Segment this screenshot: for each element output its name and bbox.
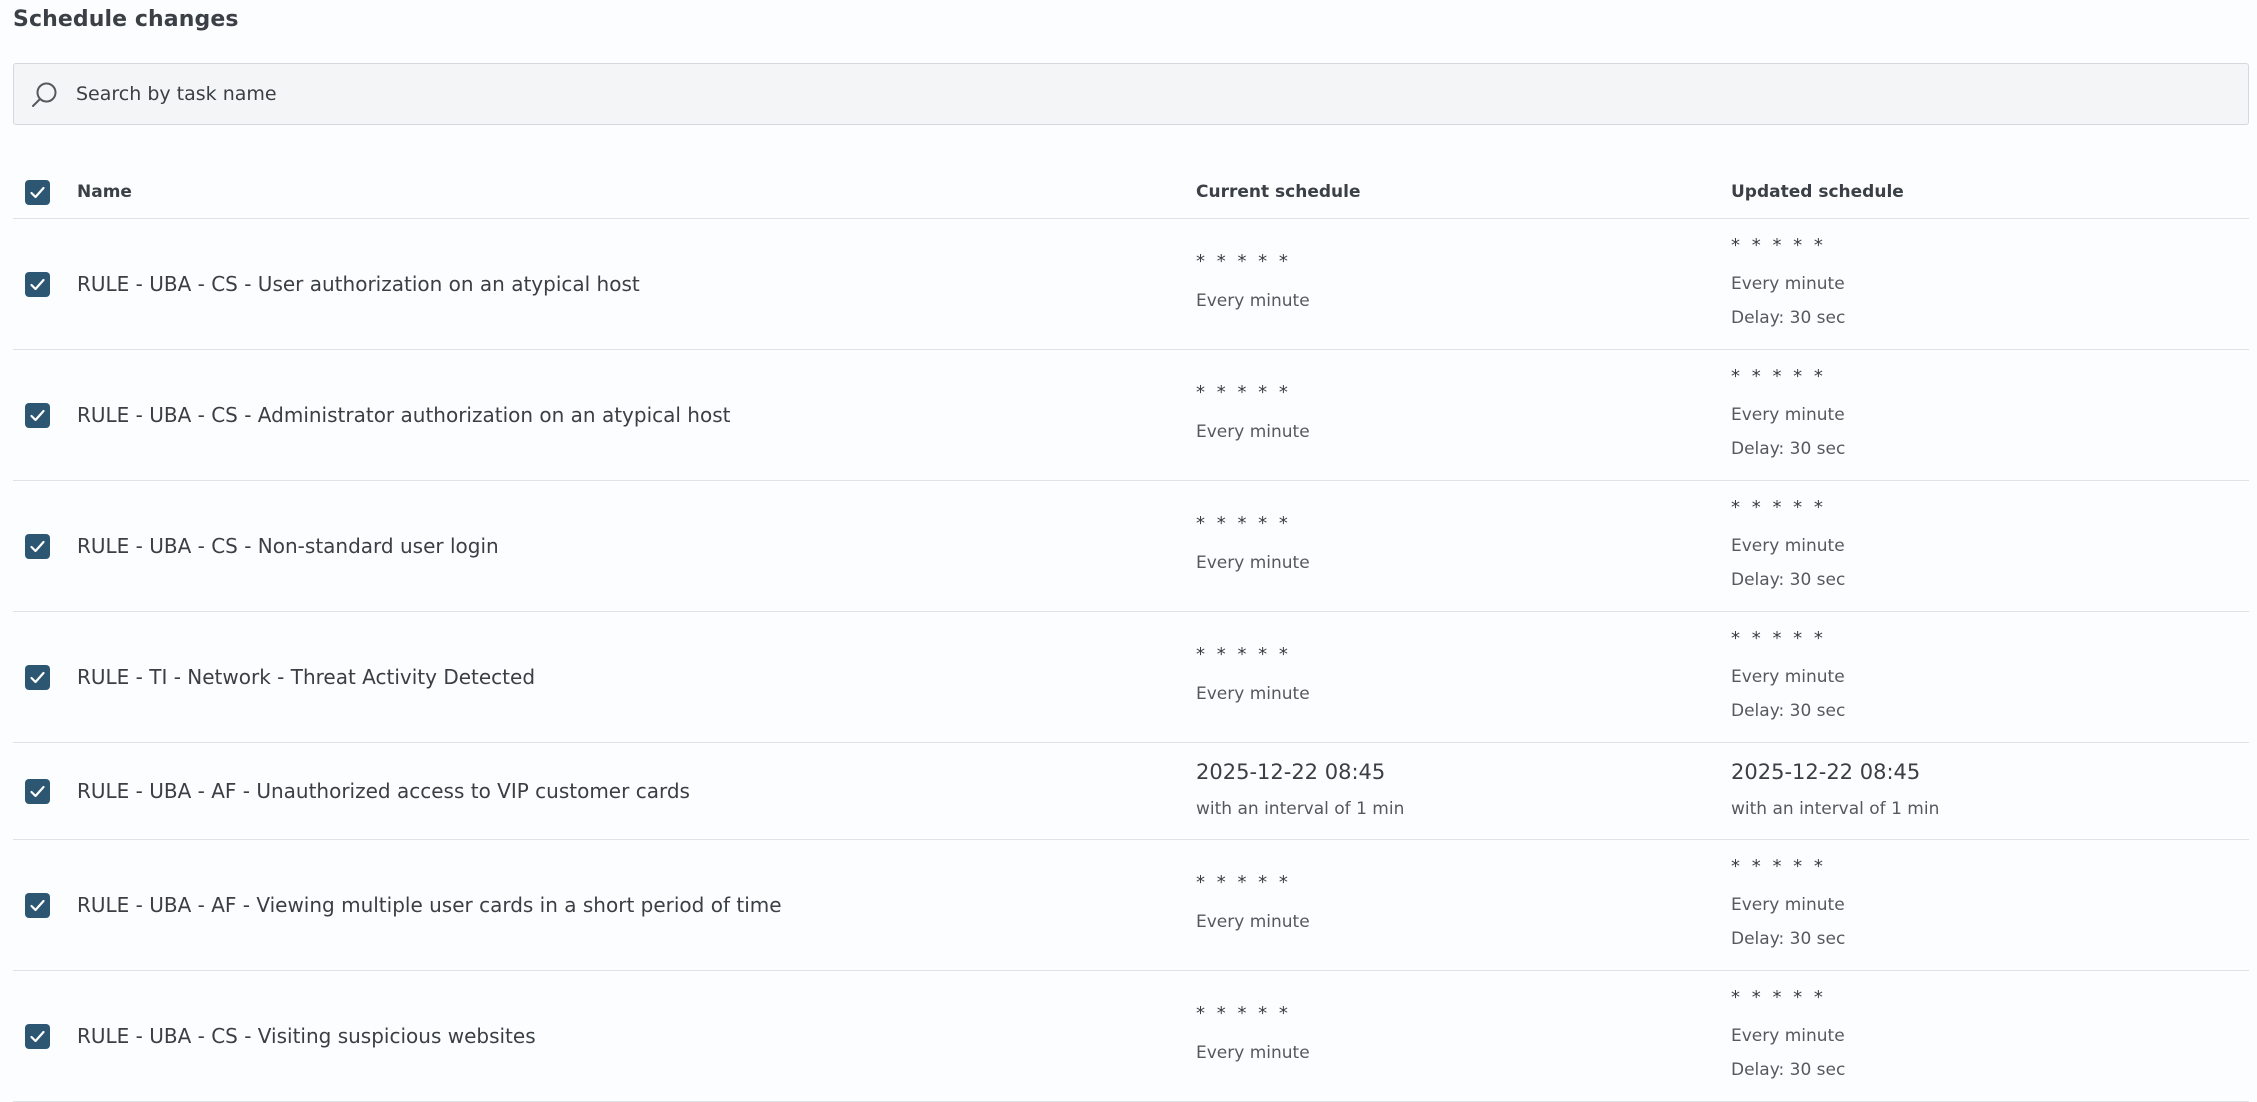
schedule-cron: * * * * * xyxy=(1731,497,1826,518)
table-row[interactable]: RULE - TI - Network - Threat Activity De… xyxy=(13,612,2249,743)
schedule-frequency: Every minute xyxy=(1731,405,1845,425)
schedule-delay: Delay: 30 sec xyxy=(1731,701,1846,721)
checkmark-icon xyxy=(30,671,45,684)
schedule-table: Name Current schedule Updated schedule R… xyxy=(13,160,2249,1102)
schedule-frequency: Every minute xyxy=(1196,291,1310,311)
table-row[interactable]: RULE - UBA - AF - Unauthorized access to… xyxy=(13,743,2249,840)
schedule-frequency: Every minute xyxy=(1196,422,1310,442)
search-box[interactable] xyxy=(13,63,2249,125)
schedule-frequency: Every minute xyxy=(1731,1026,1845,1046)
schedule-delay: Delay: 30 sec xyxy=(1731,308,1846,328)
schedule-frequency: Every minute xyxy=(1196,553,1310,573)
column-header-current-schedule[interactable]: Current schedule xyxy=(1196,182,1360,202)
row-checkbox[interactable] xyxy=(25,665,50,690)
checkmark-icon xyxy=(30,540,45,553)
schedule-cron: * * * * * xyxy=(1196,251,1291,272)
table-row[interactable]: RULE - UBA - AF - Viewing multiple user … xyxy=(13,840,2249,971)
table-row[interactable]: RULE - UBA - CS - Non-standard user logi… xyxy=(13,481,2249,612)
schedule-delay: Delay: 30 sec xyxy=(1731,439,1846,459)
schedule-datetime: 2025-12-22 08:45 xyxy=(1731,760,1921,784)
row-checkbox[interactable] xyxy=(25,779,50,804)
task-name: RULE - UBA - AF - Unauthorized access to… xyxy=(77,779,690,803)
schedule-frequency: Every minute xyxy=(1196,1043,1310,1063)
schedule-frequency: Every minute xyxy=(1731,895,1845,915)
schedule-interval: with an interval of 1 min xyxy=(1196,799,1405,819)
table-row[interactable]: RULE - UBA - CS - Administrator authoriz… xyxy=(13,350,2249,481)
row-checkbox[interactable] xyxy=(25,1024,50,1049)
schedule-cron: * * * * * xyxy=(1731,235,1826,256)
schedule-cron: * * * * * xyxy=(1196,1003,1291,1024)
table-body: RULE - UBA - CS - User authorization on … xyxy=(13,219,2249,1102)
checkmark-icon xyxy=(30,1030,45,1043)
task-name: RULE - UBA - CS - Administrator authoriz… xyxy=(77,403,731,427)
table-row[interactable]: RULE - UBA - CS - Visiting suspicious we… xyxy=(13,971,2249,1102)
task-name: RULE - UBA - CS - Non-standard user logi… xyxy=(77,534,499,558)
schedule-cron: * * * * * xyxy=(1196,872,1291,893)
task-name: RULE - TI - Network - Threat Activity De… xyxy=(77,665,536,689)
task-name: RULE - UBA - CS - User authorization on … xyxy=(77,272,640,296)
checkmark-icon xyxy=(30,186,45,199)
row-checkbox[interactable] xyxy=(25,893,50,918)
schedule-interval: with an interval of 1 min xyxy=(1731,799,1940,819)
checkmark-icon xyxy=(30,409,45,422)
schedule-cron: * * * * * xyxy=(1731,987,1826,1008)
schedule-frequency: Every minute xyxy=(1731,667,1845,687)
schedule-datetime: 2025-12-22 08:45 xyxy=(1196,760,1386,784)
schedule-frequency: Every minute xyxy=(1731,274,1845,294)
schedule-cron: * * * * * xyxy=(1196,644,1291,665)
search-icon xyxy=(32,82,57,107)
row-checkbox[interactable] xyxy=(25,534,50,559)
checkmark-icon xyxy=(30,278,45,291)
task-name: RULE - UBA - AF - Viewing multiple user … xyxy=(77,893,782,917)
row-checkbox[interactable] xyxy=(25,272,50,297)
schedule-cron: * * * * * xyxy=(1731,628,1826,649)
schedule-cron: * * * * * xyxy=(1731,366,1826,387)
schedule-delay: Delay: 30 sec xyxy=(1731,1060,1846,1080)
checkmark-icon xyxy=(30,899,45,912)
search-input[interactable] xyxy=(76,64,2226,124)
schedule-delay: Delay: 30 sec xyxy=(1731,570,1846,590)
column-header-name[interactable]: Name xyxy=(77,182,132,202)
table-header: Name Current schedule Updated schedule xyxy=(13,160,2249,219)
schedule-cron: * * * * * xyxy=(1196,513,1291,534)
page-title: Schedule changes xyxy=(13,7,239,32)
schedule-frequency: Every minute xyxy=(1731,536,1845,556)
column-header-updated-schedule[interactable]: Updated schedule xyxy=(1731,182,1904,202)
schedule-frequency: Every minute xyxy=(1196,912,1310,932)
select-all-checkbox[interactable] xyxy=(25,180,50,205)
schedule-cron: * * * * * xyxy=(1731,856,1826,877)
schedule-delay: Delay: 30 sec xyxy=(1731,929,1846,949)
task-name: RULE - UBA - CS - Visiting suspicious we… xyxy=(77,1024,536,1048)
table-row[interactable]: RULE - UBA - CS - User authorization on … xyxy=(13,219,2249,350)
checkmark-icon xyxy=(30,785,45,798)
schedule-cron: * * * * * xyxy=(1196,382,1291,403)
schedule-frequency: Every minute xyxy=(1196,684,1310,704)
row-checkbox[interactable] xyxy=(25,403,50,428)
